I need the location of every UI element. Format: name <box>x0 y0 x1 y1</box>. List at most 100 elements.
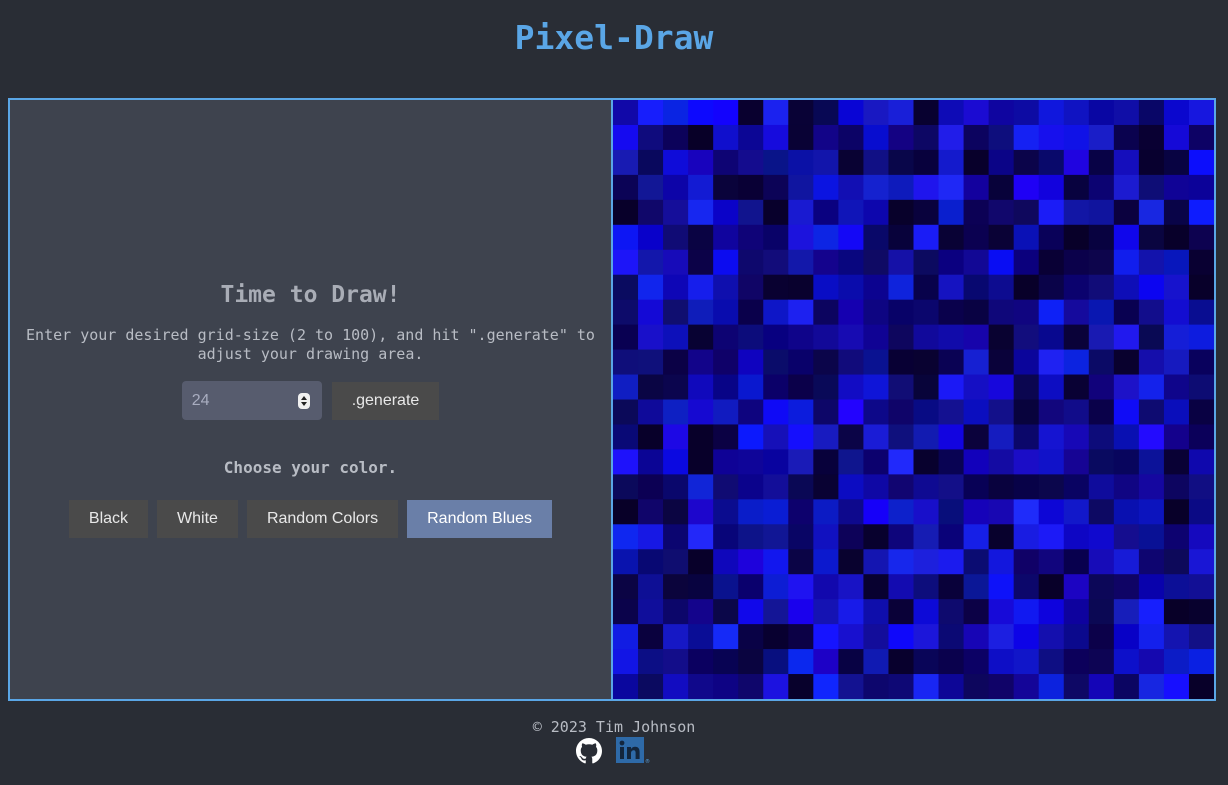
grid-cell[interactable] <box>613 424 639 450</box>
grid-cell[interactable] <box>1163 674 1190 699</box>
grid-cell[interactable] <box>1088 274 1115 301</box>
grid-cell[interactable] <box>963 674 990 699</box>
grid-cell[interactable] <box>963 499 990 525</box>
grid-cell[interactable] <box>1088 624 1115 650</box>
grid-cell[interactable] <box>1188 649 1214 675</box>
grid-cell[interactable] <box>838 399 864 425</box>
grid-cell[interactable] <box>788 199 814 226</box>
grid-cell[interactable] <box>713 524 739 550</box>
grid-cell[interactable] <box>938 449 965 475</box>
grid-cell[interactable] <box>813 374 839 400</box>
grid-cell[interactable] <box>638 674 664 699</box>
grid-cell[interactable] <box>638 224 664 251</box>
grid-cell[interactable] <box>1163 174 1190 201</box>
grid-cell[interactable] <box>938 324 965 351</box>
grid-cell[interactable] <box>613 449 639 475</box>
grid-cell[interactable] <box>688 599 714 625</box>
grid-cell[interactable] <box>863 374 889 400</box>
grid-cell[interactable] <box>863 324 889 351</box>
grid-cell[interactable] <box>1188 199 1214 226</box>
grid-cell[interactable] <box>1138 524 1165 550</box>
grid-cell[interactable] <box>963 624 990 650</box>
grid-cell[interactable] <box>1063 274 1090 301</box>
grid-cell[interactable] <box>613 174 639 201</box>
grid-cell[interactable] <box>838 124 864 151</box>
grid-cell[interactable] <box>1038 499 1065 525</box>
grid-cell[interactable] <box>888 649 914 675</box>
grid-cell[interactable] <box>1088 649 1115 675</box>
grid-cell[interactable] <box>663 249 689 276</box>
grid-cell[interactable] <box>988 374 1015 400</box>
grid-cell[interactable] <box>1063 349 1090 376</box>
grid-cell[interactable] <box>638 649 664 675</box>
grid-cell[interactable] <box>1188 374 1214 400</box>
grid-cell[interactable] <box>863 174 889 201</box>
grid-cell[interactable] <box>963 249 990 276</box>
grid-cell[interactable] <box>688 224 714 251</box>
grid-cell[interactable] <box>663 649 689 675</box>
grid-cell[interactable] <box>1063 674 1090 699</box>
grid-cell[interactable] <box>1113 149 1140 176</box>
grid-cell[interactable] <box>738 299 764 326</box>
grid-cell[interactable] <box>1138 374 1165 400</box>
grid-cell[interactable] <box>938 349 965 376</box>
grid-cell[interactable] <box>863 499 889 525</box>
grid-cell[interactable] <box>1138 399 1165 425</box>
grid-cell[interactable] <box>963 274 990 301</box>
grid-cell[interactable] <box>788 574 814 600</box>
grid-cell[interactable] <box>963 649 990 675</box>
grid-cell[interactable] <box>638 449 664 475</box>
grid-cell[interactable] <box>813 399 839 425</box>
grid-cell[interactable] <box>638 499 664 525</box>
grid-cell[interactable] <box>788 174 814 201</box>
grid-cell[interactable] <box>863 674 889 699</box>
grid-cell[interactable] <box>763 174 789 201</box>
grid-cell[interactable] <box>813 549 839 575</box>
grid-cell[interactable] <box>1138 149 1165 176</box>
grid-cell[interactable] <box>738 574 764 600</box>
grid-cell[interactable] <box>813 299 839 326</box>
grid-cell[interactable] <box>638 100 664 126</box>
grid-cell[interactable] <box>863 349 889 376</box>
color-white-button[interactable]: White <box>157 500 238 538</box>
grid-cell[interactable] <box>963 124 990 151</box>
grid-cell[interactable] <box>613 474 639 500</box>
grid-cell[interactable] <box>1138 324 1165 351</box>
grid-cell[interactable] <box>688 624 714 650</box>
grid-cell[interactable] <box>1113 599 1140 625</box>
grid-cell[interactable] <box>938 199 965 226</box>
grid-cell[interactable] <box>863 124 889 151</box>
grid-cell[interactable] <box>1038 349 1065 376</box>
grid-cell[interactable] <box>888 599 914 625</box>
grid-cell[interactable] <box>1013 649 1040 675</box>
grid-cell[interactable] <box>613 224 639 251</box>
grid-cell[interactable] <box>1038 274 1065 301</box>
grid-cell[interactable] <box>938 124 965 151</box>
grid-cell[interactable] <box>613 199 639 226</box>
grid-cell[interactable] <box>1063 574 1090 600</box>
grid-cell[interactable] <box>813 349 839 376</box>
grid-cell[interactable] <box>1038 549 1065 575</box>
grid-cell[interactable] <box>813 224 839 251</box>
grid-cell[interactable] <box>888 499 914 525</box>
grid-cell[interactable] <box>663 574 689 600</box>
grid-cell[interactable] <box>738 100 764 126</box>
grid-cell[interactable] <box>1138 174 1165 201</box>
grid-cell[interactable] <box>1063 324 1090 351</box>
grid-cell[interactable] <box>913 674 940 699</box>
grid-cell[interactable] <box>1113 574 1140 600</box>
stepper-up-icon[interactable] <box>300 396 307 400</box>
grid-cell[interactable] <box>913 474 940 500</box>
grid-cell[interactable] <box>763 499 789 525</box>
grid-cell[interactable] <box>663 524 689 550</box>
grid-cell[interactable] <box>738 524 764 550</box>
grid-cell[interactable] <box>913 649 940 675</box>
grid-cell[interactable] <box>938 424 965 450</box>
grid-cell[interactable] <box>888 624 914 650</box>
grid-cell[interactable] <box>938 224 965 251</box>
grid-cell[interactable] <box>788 424 814 450</box>
stepper-down-icon[interactable] <box>300 402 307 406</box>
grid-cell[interactable] <box>1013 674 1040 699</box>
grid-cell[interactable] <box>1113 424 1140 450</box>
grid-cell[interactable] <box>813 124 839 151</box>
